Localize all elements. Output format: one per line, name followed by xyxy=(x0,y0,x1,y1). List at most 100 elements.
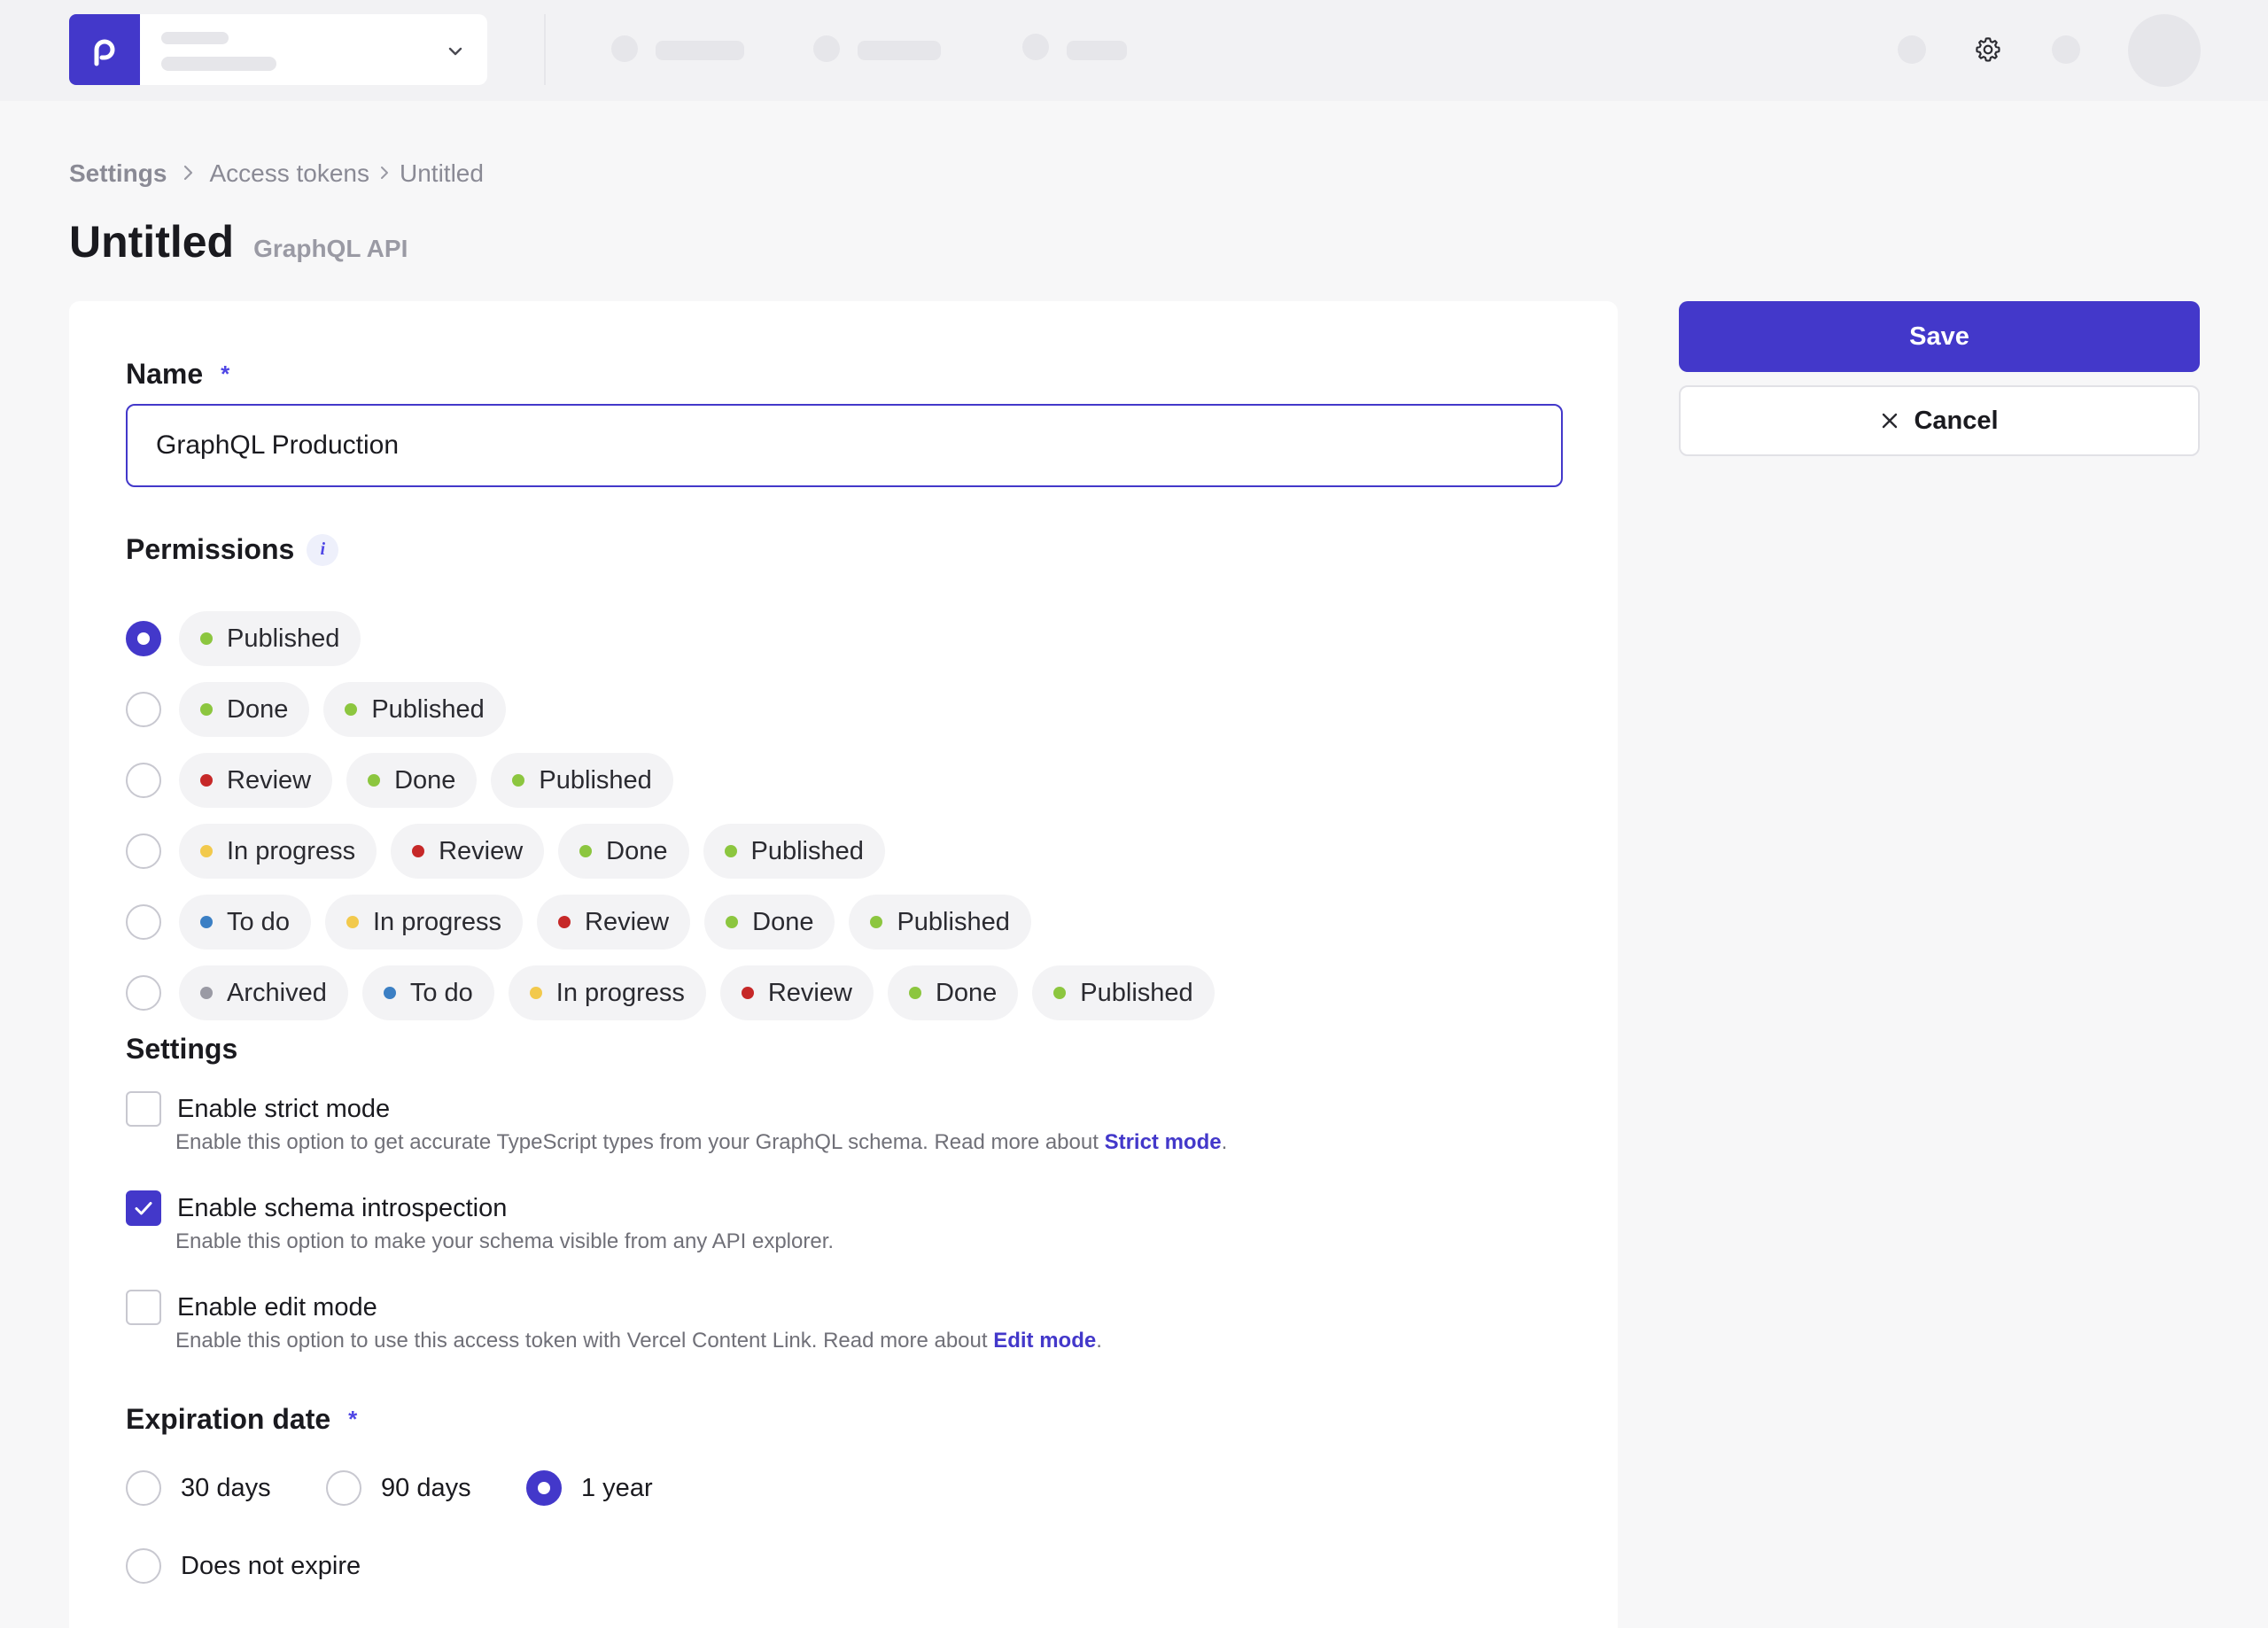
edit-mode-help-end: . xyxy=(1096,1329,1102,1353)
edit-mode-help: Enable this option to use this access to… xyxy=(175,1329,1102,1353)
status-dot-icon xyxy=(200,703,213,716)
edit-mode-help-text: Enable this option to use this access to… xyxy=(175,1329,994,1353)
permission-option[interactable]: Archived To do In progress Review Done Publis… xyxy=(126,965,1215,1020)
status-dot-icon xyxy=(512,774,525,787)
name-label-row: Name * xyxy=(126,358,235,391)
expiration-radio[interactable] xyxy=(126,1470,161,1506)
name-input[interactable] xyxy=(126,404,1563,487)
introspection-checkbox[interactable] xyxy=(126,1190,161,1226)
expiration-option-label: 30 days xyxy=(181,1473,271,1502)
breadcrumb-current: Untitled xyxy=(400,159,484,187)
expiration-option-no-expiry[interactable]: Does not expire xyxy=(126,1548,361,1584)
status-label: Done xyxy=(606,836,668,865)
expiration-radio[interactable] xyxy=(326,1470,361,1506)
status-label: To do xyxy=(227,907,290,936)
strict-mode-help: Enable this option to get accurate TypeS… xyxy=(175,1130,1227,1155)
avatar[interactable] xyxy=(2128,14,2201,87)
settings-label-row: Settings xyxy=(126,1033,237,1066)
check-icon xyxy=(135,1202,152,1215)
status-label: Review xyxy=(767,978,852,1007)
status-dot-icon xyxy=(346,916,359,928)
gear-icon[interactable] xyxy=(1970,32,2006,67)
chevron-down-icon xyxy=(447,43,464,65)
strict-mode-checkbox[interactable] xyxy=(126,1091,161,1127)
permission-option[interactable]: Published xyxy=(126,611,361,666)
permission-radio[interactable] xyxy=(126,692,161,727)
expiration-option-90-days[interactable]: 90 days xyxy=(326,1470,471,1506)
status-label: Archived xyxy=(227,978,327,1007)
edit-mode-label: Enable edit mode xyxy=(177,1292,377,1322)
nav-icon-placeholder xyxy=(813,35,840,62)
permissions-label-row: Permissions i xyxy=(126,533,339,566)
permission-option[interactable]: In progress Review Done Published xyxy=(126,824,885,879)
status-dot-icon xyxy=(1053,987,1067,999)
permission-option[interactable]: To do In progress Review Done Published xyxy=(126,895,1031,950)
permission-radio[interactable] xyxy=(126,833,161,869)
project-detail-placeholder xyxy=(161,57,276,71)
status-dot-icon xyxy=(200,774,213,787)
expiration-radio[interactable] xyxy=(126,1548,161,1584)
status-label: Published xyxy=(227,624,340,653)
edit-mode-checkbox[interactable] xyxy=(126,1290,161,1325)
status-label: Review xyxy=(227,765,312,795)
strict-mode-option[interactable]: Enable strict mode xyxy=(126,1091,390,1127)
help-icon-placeholder[interactable] xyxy=(1898,35,1926,64)
permission-radio[interactable] xyxy=(126,763,161,798)
nav-label-placeholder xyxy=(1067,41,1127,60)
status-dot-icon xyxy=(200,632,213,645)
permission-radio[interactable] xyxy=(126,975,161,1011)
status-dot-icon xyxy=(368,774,381,787)
info-icon[interactable]: i xyxy=(307,533,339,566)
breadcrumb-settings[interactable]: Settings xyxy=(69,159,167,188)
close-icon xyxy=(1883,413,1898,429)
expiration-radio[interactable] xyxy=(526,1470,562,1506)
expiration-option-label: Does not expire xyxy=(181,1551,361,1580)
status-dot-icon xyxy=(200,987,213,999)
page-subtitle: GraphQL API xyxy=(253,235,408,262)
status-label: In progress xyxy=(372,907,502,936)
project-switcher[interactable] xyxy=(140,14,487,85)
status-label: Review xyxy=(439,836,524,865)
expiration-option-1-year[interactable]: 1 year xyxy=(526,1470,653,1506)
status-chip: Published xyxy=(849,895,1031,950)
expiration-option-30-days[interactable]: 30 days xyxy=(126,1470,271,1506)
cancel-label: Cancel xyxy=(1914,406,1999,435)
status-chip: Published xyxy=(179,611,361,666)
status-chip: Published xyxy=(1032,965,1215,1020)
status-label: In progress xyxy=(227,836,356,865)
strict-mode-link[interactable]: Strict mode xyxy=(1105,1130,1222,1154)
logo-icon[interactable] xyxy=(69,14,140,85)
status-chip: Done xyxy=(179,682,310,737)
breadcrumb-access-tokens[interactable]: Access tokens xyxy=(209,159,369,188)
status-chip: Review xyxy=(537,895,691,950)
required-marker: * xyxy=(221,360,230,387)
status-dot-icon xyxy=(724,845,737,857)
status-chip: Published xyxy=(323,682,506,737)
save-button[interactable]: Save xyxy=(1679,301,2200,372)
status-dot-icon xyxy=(726,916,739,928)
permission-radio[interactable] xyxy=(126,904,161,940)
status-dot-icon xyxy=(908,987,921,999)
status-dot-icon xyxy=(529,987,542,999)
cancel-button[interactable]: Cancel xyxy=(1679,385,2200,456)
status-label: Published xyxy=(750,836,864,865)
nav-label-placeholder xyxy=(858,41,941,60)
edit-mode-link[interactable]: Edit mode xyxy=(993,1329,1096,1353)
status-dot-icon xyxy=(200,916,213,928)
status-label: Published xyxy=(1080,978,1193,1007)
strict-mode-help-end: . xyxy=(1221,1130,1228,1154)
strict-mode-label: Enable strict mode xyxy=(177,1094,391,1123)
permission-option[interactable]: Review Done Published xyxy=(126,753,673,808)
notification-icon-placeholder[interactable] xyxy=(2052,35,2080,64)
topbar-divider xyxy=(544,14,546,85)
permission-radio[interactable] xyxy=(126,621,161,656)
status-dot-icon xyxy=(200,845,213,857)
status-label: Done xyxy=(935,978,998,1007)
permission-option[interactable]: Done Published xyxy=(126,682,506,737)
status-label: Done xyxy=(752,907,814,936)
introspection-option[interactable]: Enable schema introspection xyxy=(126,1190,507,1226)
edit-mode-option[interactable]: Enable edit mode xyxy=(126,1290,377,1325)
status-dot-icon xyxy=(558,916,571,928)
nav-label-placeholder xyxy=(656,41,744,60)
status-chip: To do xyxy=(361,965,494,1020)
